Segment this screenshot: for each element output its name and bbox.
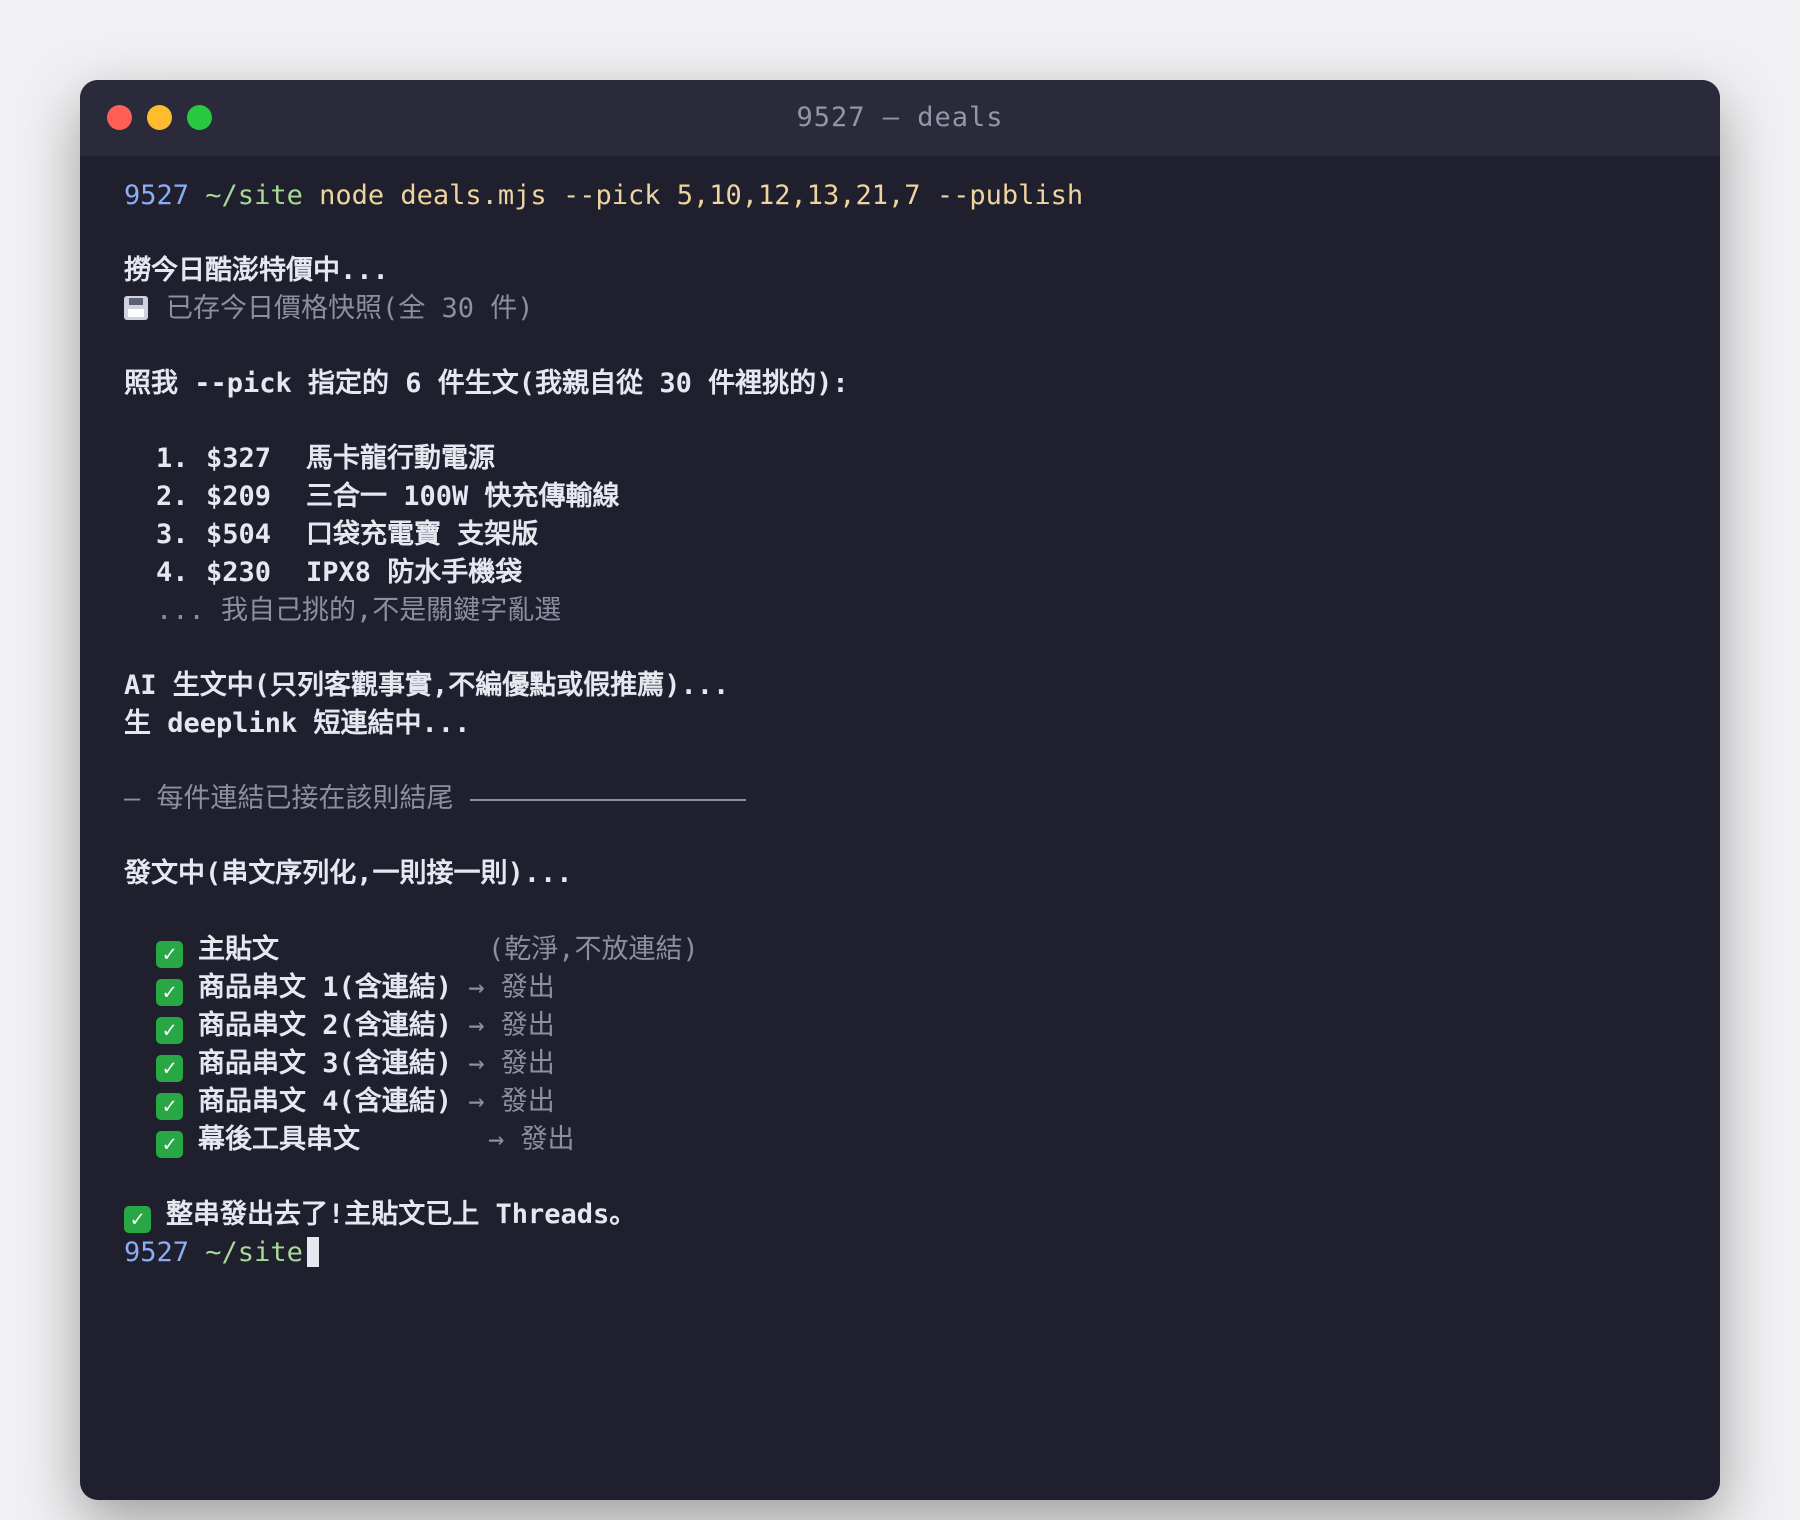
check-icon: ✓ [156, 1017, 183, 1044]
item-price: $327 [206, 443, 272, 474]
snapshot-line: 已存今日價格快照(全 30 件) [124, 289, 534, 329]
terminal-window: 9527 — deals 9527 ~/site node deals.mjs … [80, 80, 1720, 1500]
status-note: → 發出 [468, 1048, 555, 1079]
list-item: 2. $209 三合一 100W 快充傳輸線 [156, 477, 620, 517]
status-label: 商品串文 1(含連結) [198, 972, 453, 1003]
command-text: node deals.mjs --pick 5,10,12,13,21,7 --… [319, 180, 1084, 211]
deeplink-line: 生 deeplink 短連結中... [124, 708, 471, 739]
section-divider: — 每件連結已接在該則結尾 [124, 779, 746, 819]
ai-generating-line: AI 生文中(只列客觀事實,不編優點或假推薦)... [124, 670, 730, 701]
status-note: → 發出 [468, 972, 555, 1003]
list-item: 1. $327 馬卡龍行動電源 [156, 439, 495, 479]
status-note: → 發出 [468, 1086, 555, 1117]
text-cursor [306, 1237, 319, 1267]
status-label: 主貼文 [198, 934, 279, 965]
status-label: 商品串文 3(含連結) [198, 1048, 453, 1079]
final-prompt: 9527 ~/site [124, 1233, 319, 1273]
check-icon: ✓ [156, 1131, 183, 1158]
pick-intro: 照我 --pick 指定的 6 件生文(我親自從 30 件裡挑的): [124, 368, 849, 399]
divider-rule [469, 798, 746, 801]
status-note: (乾淨,不放連結) [488, 934, 699, 965]
check-icon: ✓ [156, 1093, 183, 1120]
status-row: ✓ 幕後工具串文 → 發出 [156, 1120, 575, 1160]
status-label: 商品串文 4(含連結) [198, 1086, 453, 1117]
items-more-note: ... 我自己挑的,不是關鍵字亂選 [156, 595, 562, 626]
divider-text: — 每件連結已接在該則結尾 [124, 783, 454, 814]
fetching-line: 撈今日酷澎特價中... [124, 255, 389, 286]
prompt-path: ~/site [205, 180, 303, 211]
check-icon: ✓ [124, 1206, 151, 1233]
done-text: 整串發出去了!主貼文已上 Threads。 [166, 1199, 637, 1230]
status-note: → 發出 [488, 1124, 575, 1155]
check-icon: ✓ [156, 979, 183, 1006]
status-note: → 發出 [468, 1010, 555, 1041]
item-name: 口袋充電寶 支架版 [306, 519, 539, 550]
item-name: 三合一 100W 快充傳輸線 [306, 481, 620, 512]
item-price: $230 [206, 557, 272, 588]
status-label: 幕後工具串文 [198, 1124, 360, 1155]
item-name: 馬卡龍行動電源 [306, 443, 495, 474]
item-number: 3. [156, 519, 189, 550]
list-item: 4. $230 IPX8 防水手機袋 [156, 553, 522, 593]
status-row: ✓ 商品串文 1(含連結) → 發出 [156, 968, 555, 1008]
status-row: ✓ 商品串文 4(含連結) → 發出 [156, 1082, 555, 1122]
prompt-path: ~/site [205, 1237, 303, 1268]
snapshot-text: 已存今日價格快照(全 30 件) [166, 293, 534, 324]
command-line: 9527 ~/site node deals.mjs --pick 5,10,1… [124, 176, 1083, 216]
status-label: 商品串文 2(含連結) [198, 1010, 453, 1041]
check-icon: ✓ [156, 941, 183, 968]
window-title: 9527 — deals [796, 102, 1004, 133]
item-price: $209 [206, 481, 272, 512]
title-bar: 9527 — deals [80, 80, 1720, 156]
item-number: 2. [156, 481, 189, 512]
item-name: IPX8 防水手機袋 [306, 557, 523, 588]
check-icon: ✓ [156, 1055, 183, 1082]
posting-line: 發文中(串文序列化,一則接一則)... [124, 858, 573, 889]
prompt-host: 9527 [124, 1237, 190, 1268]
status-row: ✓ 商品串文 2(含連結) → 發出 [156, 1006, 555, 1046]
status-row: ✓ 主貼文 (乾淨,不放連結) [156, 930, 699, 970]
done-line: ✓ 整串發出去了!主貼文已上 Threads。 [124, 1195, 636, 1235]
prompt-host: 9527 [124, 180, 190, 211]
item-number: 4. [156, 557, 189, 588]
floppy-disk-icon [124, 296, 148, 320]
list-item: 3. $504 口袋充電寶 支架版 [156, 515, 538, 555]
item-price: $504 [206, 519, 272, 550]
item-number: 1. [156, 443, 189, 474]
status-row: ✓ 商品串文 3(含連結) → 發出 [156, 1044, 555, 1084]
